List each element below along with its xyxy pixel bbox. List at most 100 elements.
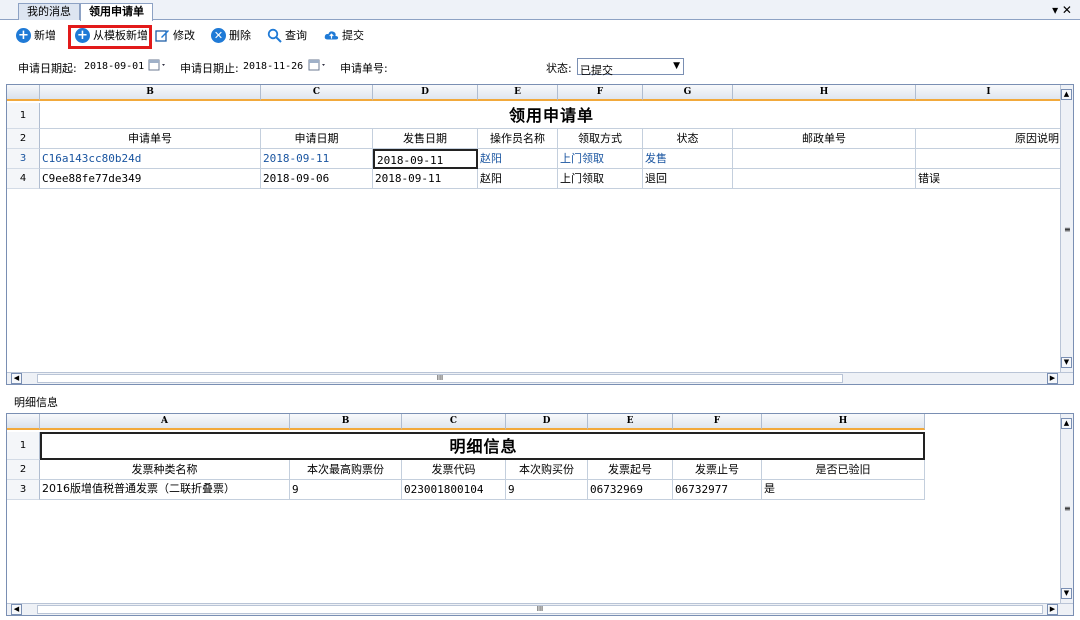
cloud-upload-icon <box>324 28 339 43</box>
table-cell[interactable]: 2018-09-11 <box>261 149 373 169</box>
highlight-box <box>68 25 152 49</box>
scroll-up-icon[interactable]: ▲ <box>1061 418 1072 429</box>
column-header[interactable]: B <box>40 85 261 101</box>
grid-corner <box>7 414 40 430</box>
detail-grid[interactable]: A B C D E F H 1 2 3 明细信息 发票种类名称 本次最高购票份 … <box>6 413 1074 616</box>
date-from-field[interactable]: 2018-09-01 <box>84 61 144 72</box>
column-header[interactable]: D <box>373 85 478 101</box>
table-cell[interactable]: 2016版增值税普通发票（二联折叠票） <box>40 480 290 500</box>
grid-corner <box>7 85 40 101</box>
scroll-down-icon[interactable]: ▼ <box>1061 357 1072 368</box>
column-header[interactable]: C <box>402 414 506 430</box>
column-header[interactable]: A <box>40 414 290 430</box>
scroll-up-icon[interactable]: ▲ <box>1061 89 1072 100</box>
tab-requisition[interactable]: 领用申请单 <box>80 3 153 21</box>
column-header[interactable]: E <box>588 414 673 430</box>
scroll-left-icon[interactable]: ◀ <box>11 604 22 615</box>
date-to-label: 申请日期止: <box>180 62 239 75</box>
header-cell: 状态 <box>643 129 733 149</box>
requisition-grid[interactable]: B C D E F G H I 1 2 3 4 领用申请单 申请单号 申请日期 … <box>6 84 1074 385</box>
header-cell: 邮政单号 <box>733 129 916 149</box>
table-cell[interactable]: 9 <box>506 480 588 500</box>
column-header[interactable]: C <box>261 85 373 101</box>
column-header[interactable]: G <box>643 85 733 101</box>
table-cell[interactable]: C16a143cc80b24d <box>40 149 261 169</box>
header-cell: 领取方式 <box>558 129 643 149</box>
scroll-right-icon[interactable]: ▶ <box>1047 373 1058 384</box>
table-cell[interactable]: 发售 <box>643 149 733 169</box>
table-cell[interactable]: 上门领取 <box>558 149 643 169</box>
horizontal-scrollbar[interactable]: ◀ III ▶ <box>7 372 1073 384</box>
column-header[interactable]: B <box>290 414 402 430</box>
edit-button[interactable]: 修改 <box>155 25 195 45</box>
date-from-label: 申请日期起: <box>18 62 77 75</box>
row-header[interactable]: 4 <box>7 169 40 189</box>
vertical-scrollbar[interactable]: ▲ ≡ ▼ <box>1060 85 1073 372</box>
add-button[interactable]: + 新增 <box>16 25 56 45</box>
row-header[interactable]: 1 <box>7 103 40 129</box>
detail-section-label: 明细信息 <box>14 396 58 409</box>
scroll-right-icon[interactable]: ▶ <box>1047 604 1058 615</box>
column-header[interactable]: H <box>733 85 916 101</box>
header-cell: 原因说明 <box>916 129 1062 149</box>
header-cell: 发票代码 <box>402 460 506 480</box>
column-header[interactable]: I <box>916 85 1062 101</box>
tab-my-messages[interactable]: 我的消息 <box>18 3 80 20</box>
row-header[interactable]: 3 <box>7 480 40 500</box>
scroll-down-icon[interactable]: ▼ <box>1061 588 1072 599</box>
table-cell[interactable] <box>916 149 1062 169</box>
calendar-icon[interactable] <box>308 58 328 75</box>
table-cell[interactable]: 06732969 <box>588 480 673 500</box>
chevron-down-icon: ▼ <box>673 61 680 71</box>
status-label: 状态: <box>546 62 572 75</box>
scroll-thumb[interactable]: III <box>37 374 843 383</box>
calendar-icon[interactable] <box>148 58 168 75</box>
scroll-thumb[interactable]: III <box>37 605 1043 614</box>
table-cell[interactable]: 06732977 <box>673 480 762 500</box>
selected-cell[interactable]: 2018-09-11 <box>373 149 478 169</box>
column-header[interactable]: E <box>478 85 558 101</box>
submit-button[interactable]: 提交 <box>324 25 364 45</box>
vertical-scrollbar[interactable]: ▲ ≡ ▼ <box>1060 414 1073 603</box>
query-button[interactable]: 查询 <box>267 25 307 45</box>
table-cell[interactable]: 退回 <box>643 169 733 189</box>
table-cell[interactable] <box>733 169 916 189</box>
close-circle-icon: ✕ <box>211 27 226 43</box>
table-cell[interactable]: 2018-09-06 <box>261 169 373 189</box>
scroll-left-icon[interactable]: ◀ <box>11 373 22 384</box>
column-header[interactable]: F <box>673 414 762 430</box>
column-header[interactable]: H <box>762 414 925 430</box>
table-cell[interactable]: 赵阳 <box>478 169 558 189</box>
table-cell[interactable]: 2018-09-11 <box>373 169 478 189</box>
table-cell[interactable]: C9ee88fe77de349 <box>40 169 261 189</box>
search-icon <box>267 28 282 43</box>
horizontal-scrollbar[interactable]: ◀ III ▶ <box>7 603 1073 615</box>
header-cell: 是否已验旧 <box>762 460 925 480</box>
pencil-icon <box>155 28 170 43</box>
header-cell: 申请日期 <box>261 129 373 149</box>
toolbar: + 新增 + 从模板新增 修改 ✕ 删除 查询 提交 <box>0 21 1080 49</box>
column-header[interactable]: D <box>506 414 588 430</box>
window-controls[interactable]: ▾ ✕ <box>1052 3 1072 17</box>
table-cell[interactable]: 错误 <box>916 169 1062 189</box>
row-header[interactable]: 2 <box>7 460 40 480</box>
status-select[interactable]: 已提交 ▼ <box>577 58 684 77</box>
tab-strip: 我的消息 领用申请单 ▾ ✕ <box>0 0 1080 21</box>
header-cell: 本次购买份 <box>506 460 588 480</box>
header-cell: 发票起号 <box>588 460 673 480</box>
table-cell[interactable]: 上门领取 <box>558 169 643 189</box>
scroll-grip-icon[interactable]: ≡ <box>1064 225 1071 234</box>
table-cell[interactable]: 9 <box>290 480 402 500</box>
table-cell[interactable]: 赵阳 <box>478 149 558 169</box>
table-cell[interactable] <box>733 149 916 169</box>
row-header[interactable]: 1 <box>7 432 40 460</box>
column-header[interactable]: F <box>558 85 643 101</box>
date-to-field[interactable]: 2018-11-26 <box>243 61 303 72</box>
header-cell: 本次最高购票份 <box>290 460 402 480</box>
delete-button[interactable]: ✕ 删除 <box>211 25 251 45</box>
table-cell[interactable]: 是 <box>762 480 925 500</box>
table-cell[interactable]: 023001800104 <box>402 480 506 500</box>
scroll-grip-icon[interactable]: ≡ <box>1064 504 1071 513</box>
row-header[interactable]: 3 <box>7 149 40 169</box>
row-header[interactable]: 2 <box>7 129 40 149</box>
